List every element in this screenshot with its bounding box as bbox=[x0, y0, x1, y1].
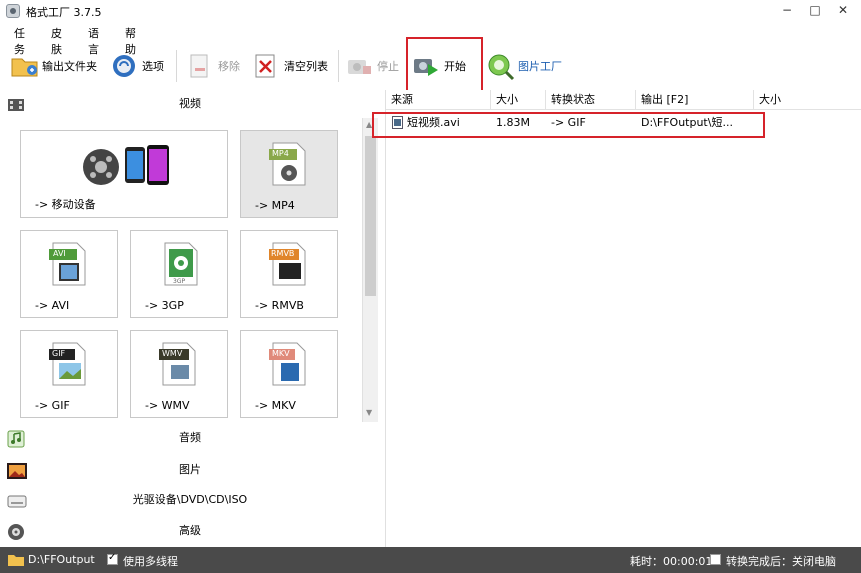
task-row-highlight-box bbox=[372, 112, 765, 138]
remove-label: 移除 bbox=[218, 60, 240, 73]
tile-label: -> AVI bbox=[35, 299, 70, 312]
category-advanced[interactable]: 高级 bbox=[0, 517, 380, 545]
maximize-button[interactable]: □ bbox=[804, 2, 826, 20]
stop-icon bbox=[345, 52, 373, 80]
clear-list-label: 清空列表 bbox=[284, 60, 328, 73]
title-bar: 格式工厂 3.7.5 − □ ✕ bbox=[0, 0, 861, 22]
category-video[interactable]: 视频 bbox=[0, 90, 380, 118]
category-picture[interactable]: 图片 bbox=[0, 456, 380, 484]
col-header-status[interactable]: 转换状态 bbox=[546, 90, 636, 110]
toolbar-divider bbox=[176, 50, 177, 82]
mkv-badge: MKV bbox=[272, 349, 290, 358]
after-done-label: 转换完成后：关闭电脑 bbox=[726, 555, 836, 568]
avi-badge: AVI bbox=[53, 249, 66, 258]
picture-factory-label: 图片工厂 bbox=[518, 60, 562, 73]
options-icon bbox=[110, 52, 138, 80]
close-button[interactable]: ✕ bbox=[832, 2, 854, 20]
mkv-file-icon bbox=[269, 342, 306, 386]
advanced-gear-icon bbox=[7, 523, 25, 540]
minimize-button[interactable]: − bbox=[776, 2, 798, 20]
tile-3gp[interactable]: 3GP -> 3GP bbox=[130, 230, 228, 318]
tile-wmv[interactable]: WMV -> WMV bbox=[130, 330, 228, 418]
task-list: 来源 大小 转换状态 输出 [F2] 大小 短视频.avi 1.83M -> G… bbox=[385, 90, 861, 547]
tile-label: -> MKV bbox=[255, 399, 296, 412]
scrollbar-thumb[interactable] bbox=[365, 136, 376, 296]
tile-label: -> GIF bbox=[35, 399, 70, 412]
tile-mobile-device[interactable]: -> 移动设备 bbox=[20, 130, 228, 218]
scroll-down-icon[interactable]: ▼ bbox=[366, 408, 372, 417]
options-button[interactable]: 选项 bbox=[110, 48, 164, 84]
col-header-output-size[interactable]: 大小 bbox=[754, 90, 861, 110]
remove-icon bbox=[186, 52, 214, 80]
category-disc[interactable]: 光驱设备\DVD\CD\ISO bbox=[0, 486, 380, 514]
gif-file-icon bbox=[49, 342, 86, 386]
stop-button[interactable]: 停止 bbox=[345, 48, 399, 84]
picture-factory-button[interactable]: 图片工厂 bbox=[486, 48, 562, 84]
video-grid-scrollbar[interactable]: ▲ ▼ bbox=[362, 118, 378, 422]
3gp-badge: 3GP bbox=[173, 278, 186, 285]
folder-icon bbox=[10, 52, 38, 80]
picture-factory-icon bbox=[486, 52, 515, 81]
category-disc-label: 光驱设备\DVD\CD\ISO bbox=[132, 493, 248, 506]
after-done-checkbox[interactable] bbox=[710, 554, 721, 565]
tile-gif[interactable]: GIF -> GIF bbox=[20, 330, 118, 418]
toolbar-divider bbox=[338, 50, 339, 82]
video-format-grid: -> 移动设备 MP4 -> MP4 AVI -> AVI 3GP -> 3GP… bbox=[0, 118, 362, 420]
mp4-file-icon bbox=[269, 142, 306, 186]
options-label: 选项 bbox=[142, 60, 164, 73]
category-picture-label: 图片 bbox=[179, 463, 201, 476]
output-path[interactable]: D:\FFOutput bbox=[28, 553, 95, 566]
col-header-size[interactable]: 大小 bbox=[491, 90, 546, 110]
wmv-badge: WMV bbox=[162, 349, 183, 358]
multithread-label: 使用多线程 bbox=[123, 555, 178, 568]
wmv-file-icon bbox=[159, 342, 196, 386]
output-folder-label: 输出文件夹 bbox=[42, 60, 97, 73]
rmvb-badge: RMVB bbox=[271, 249, 295, 258]
tile-rmvb[interactable]: RMVB -> RMVB bbox=[240, 230, 338, 318]
tile-mkv[interactable]: MKV -> MKV bbox=[240, 330, 338, 418]
app-icon bbox=[6, 4, 20, 18]
output-folder-button[interactable]: 输出文件夹 bbox=[10, 48, 97, 84]
category-advanced-label: 高级 bbox=[179, 524, 201, 537]
gif-badge: GIF bbox=[52, 349, 66, 358]
col-header-source[interactable]: 来源 bbox=[386, 90, 491, 110]
tile-label: -> RMVB bbox=[255, 299, 304, 312]
mobile-device-icon bbox=[81, 139, 181, 194]
col-header-output[interactable]: 输出 [F2] bbox=[636, 90, 754, 110]
category-audio-label: 音频 bbox=[179, 431, 201, 444]
stop-label: 停止 bbox=[377, 60, 399, 73]
avi-file-icon bbox=[49, 242, 86, 286]
category-audio[interactable]: 音频 bbox=[0, 424, 380, 452]
folder-icon bbox=[8, 555, 24, 566]
remove-button[interactable]: 移除 bbox=[186, 48, 240, 84]
rmvb-file-icon bbox=[269, 242, 306, 286]
start-highlight-box bbox=[406, 37, 483, 92]
category-video-label: 视频 bbox=[179, 97, 201, 110]
tile-mp4[interactable]: MP4 -> MP4 bbox=[240, 130, 338, 218]
tile-avi[interactable]: AVI -> AVI bbox=[20, 230, 118, 318]
tile-label: -> 移动设备 bbox=[35, 198, 96, 211]
status-bar: D:\FFOutput 使用多线程 耗时：00:00:01 转换完成后：关闭电脑 bbox=[0, 547, 861, 573]
mp4-badge: MP4 bbox=[272, 149, 289, 158]
multithread-checkbox[interactable] bbox=[107, 552, 118, 565]
tile-label: -> WMV bbox=[145, 399, 190, 412]
elapsed-time: 耗时：00:00:01 bbox=[630, 555, 713, 568]
clear-list-icon bbox=[252, 52, 280, 80]
picture-icon bbox=[7, 462, 27, 479]
window-title: 格式工厂 3.7.5 bbox=[26, 6, 102, 19]
tile-label: -> MP4 bbox=[255, 199, 295, 212]
tile-label: -> 3GP bbox=[145, 299, 184, 312]
video-category-icon bbox=[7, 96, 25, 112]
clear-list-button[interactable]: 清空列表 bbox=[252, 48, 328, 84]
music-note-icon bbox=[7, 430, 25, 448]
disc-drive-icon bbox=[7, 492, 27, 508]
